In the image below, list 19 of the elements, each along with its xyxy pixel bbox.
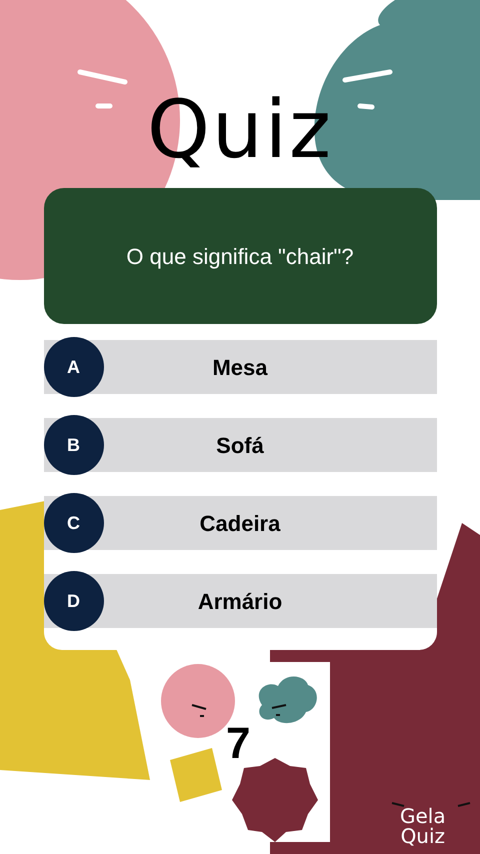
logo-text: Gela (400, 806, 446, 826)
logo-text: Quiz (400, 826, 446, 846)
question-card: O que significa "chair"? (44, 188, 436, 324)
sparkle-lines (78, 70, 128, 108)
sparkle-lines (342, 70, 392, 110)
option-text: Cadeira (200, 510, 280, 538)
option-text: Sofá (216, 432, 264, 460)
answer-option[interactable]: A Mesa (44, 340, 436, 394)
cloud-face-shape (258, 676, 317, 724)
option-text: Mesa (212, 354, 268, 382)
countdown-number: 7 (226, 722, 250, 766)
answer-option[interactable]: C Cadeira (44, 496, 436, 550)
option-letter: A (44, 337, 104, 397)
answer-option[interactable]: D Armário (44, 574, 436, 628)
answer-option[interactable]: B Sofá (44, 418, 436, 472)
option-text: Armário (198, 588, 282, 616)
option-letter: B (44, 415, 104, 475)
option-letter: C (44, 493, 104, 553)
option-letter: D (44, 571, 104, 631)
